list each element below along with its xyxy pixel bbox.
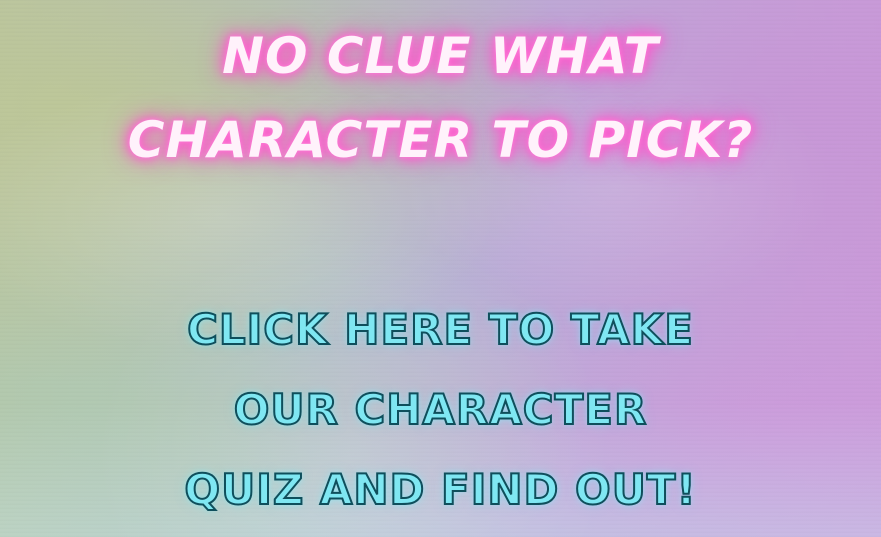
character-quiz-banner[interactable]: NO CLUE WHAT CHARACTER TO PICK? CLICK HE… <box>0 0 881 537</box>
headline-line-2: CHARACTER TO PICK? <box>127 111 754 169</box>
headline: NO CLUE WHAT CHARACTER TO PICK? <box>0 14 881 182</box>
cta-line-3[interactable]: QUIZ AND FIND OUT! <box>0 450 881 530</box>
cta-line-2[interactable]: OUR CHARACTER <box>0 370 881 450</box>
headline-line-1: NO CLUE WHAT <box>222 27 659 85</box>
quiz-call-to-action-link[interactable]: CLICK HERE TO TAKE OUR CHARACTER QUIZ AN… <box>0 290 881 530</box>
cta-line-1[interactable]: CLICK HERE TO TAKE <box>0 290 881 370</box>
